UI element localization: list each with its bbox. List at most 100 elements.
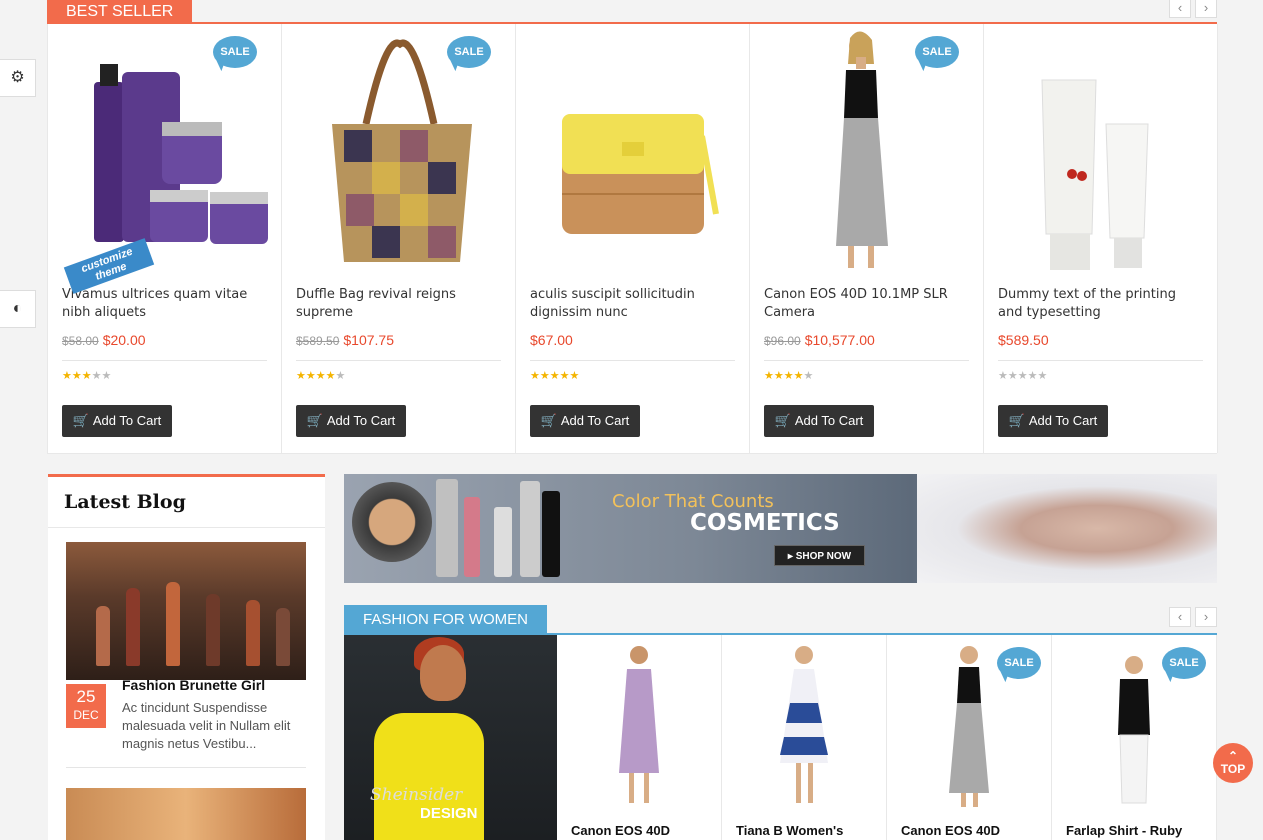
add-to-cart-button[interactable]: 🛒 Add To Cart (530, 405, 640, 437)
product-name[interactable]: Duffle Bag revival reigns supreme (296, 286, 501, 326)
sale-badge: SALE (915, 36, 959, 68)
rating-stars: ★★★★★ (530, 370, 580, 382)
product-card[interactable]: SALE Duffle Bag revival reigns supreme $… (282, 24, 516, 453)
post-month: DEC (73, 708, 99, 722)
sale-price: $67.00 (530, 332, 573, 348)
best-seller-nav: ‹ › (1169, 0, 1217, 18)
best-seller-header: BEST SELLER ‹ › (47, 0, 1217, 24)
product-name[interactable]: Canon EOS 40D 10.1MP SLR Camera (764, 286, 969, 326)
post-date: 25 DEC (66, 684, 106, 728)
next-button[interactable]: › (1195, 607, 1217, 627)
add-to-cart-button[interactable]: 🛒 Add To Cart (764, 405, 874, 437)
divider (764, 360, 969, 361)
sale-badge: SALE (447, 36, 491, 68)
post-excerpt: Ac tincidunt Suspendisse malesuada velit… (122, 700, 291, 751)
settings-gear-tab[interactable]: ⚙ (0, 59, 36, 97)
divider (998, 360, 1203, 361)
add-to-cart-button[interactable]: 🛒 Add To Cart (296, 405, 406, 437)
straw-handbag-image (562, 114, 719, 234)
divider (530, 360, 735, 361)
model-face-image (917, 474, 1217, 583)
blog-post-image[interactable] (66, 542, 306, 680)
product-name[interactable]: Farlap Shirt - Ruby (1066, 823, 1182, 838)
product-card[interactable]: aculis suscipit sollicitudin dignissim n… (516, 24, 750, 453)
add-to-cart-button[interactable]: 🛒 Add To Cart (998, 405, 1108, 437)
play-icon: ▸ (787, 551, 796, 562)
banner-design-text: DESIGN (420, 805, 478, 822)
rating-stars: ★★★★★ (764, 370, 814, 382)
post-day: 25 (76, 687, 96, 706)
product-price: $589.50 $107.75 (296, 332, 501, 354)
theme-contrast-tab[interactable]: ◐ (0, 290, 36, 328)
product-image[interactable] (530, 24, 735, 276)
divider (296, 360, 501, 361)
product-image[interactable]: SALE (296, 24, 501, 276)
cart-icon: 🛒 (774, 413, 791, 428)
fashion-women-title: FASHION FOR WOMEN (344, 605, 547, 633)
fashion-banner[interactable]: Sheinsider DESIGN (344, 635, 557, 840)
product-name[interactable]: Dummy text of the printing and typesetti… (998, 286, 1203, 326)
old-price: $589.50 (296, 334, 340, 348)
cosmetics-banner[interactable]: Color That Counts COSMETICS ▸ SHOP NOW (344, 474, 1217, 583)
product-card[interactable]: Dummy text of the printing and typesetti… (984, 24, 1218, 453)
sale-badge: SALE (1162, 647, 1206, 679)
shop-now-button[interactable]: ▸ SHOP NOW (774, 545, 865, 566)
fashion-women-nav: ‹ › (1169, 607, 1217, 627)
post-title[interactable]: Fashion Brunette Girl (122, 677, 265, 693)
lavender-dress-image (619, 646, 659, 803)
product-price: $67.00 (530, 332, 735, 354)
old-price: $58.00 (62, 334, 99, 348)
sale-price: $20.00 (102, 332, 146, 348)
cart-icon: 🛒 (72, 413, 89, 428)
cart-icon: 🛒 (1008, 413, 1025, 428)
mascara-image (494, 507, 512, 577)
contrast-icon: ◐ (12, 300, 23, 317)
product-card[interactable]: SALE Canon EOS 40D 10.1MP SLR Camera $96… (750, 24, 984, 453)
model-head-image (420, 645, 466, 701)
banner-headline: COSMETICS (690, 510, 840, 536)
product-name[interactable]: aculis suscipit sollicitudin dignissim n… (530, 286, 735, 326)
product-image[interactable] (998, 24, 1203, 276)
divider (62, 360, 267, 361)
blue-print-dress-image (780, 646, 828, 803)
cart-icon: 🛒 (306, 413, 323, 428)
blog-post-image[interactable] (66, 788, 306, 840)
product-card[interactable]: Canon EOS 40D (557, 635, 722, 840)
mascara-image (542, 491, 560, 577)
back-to-top-button[interactable]: ⌃ TOP (1213, 743, 1253, 783)
sale-price: $589.50 (998, 332, 1049, 348)
sale-price: $10,577.00 (804, 332, 875, 348)
product-price: $58.00 $20.00 (62, 332, 267, 354)
lipstick-image (464, 497, 480, 577)
fashion-women-header: FASHION FOR WOMEN ‹ › (344, 605, 1217, 635)
product-card[interactable]: SALE Farlap Shirt - Ruby (1052, 635, 1217, 840)
product-name[interactable]: Canon EOS 40D (901, 823, 1000, 838)
product-name[interactable]: Vivamus ultrices quam vitae nibh aliquet… (62, 286, 267, 326)
product-image[interactable]: SALE (764, 24, 969, 276)
rating-stars: ★★★★★ (296, 370, 346, 382)
sale-price: $107.75 (343, 332, 394, 348)
sale-badge: SALE (213, 36, 257, 68)
product-name[interactable]: Tiana B Women's (736, 823, 843, 838)
add-to-cart-button[interactable]: 🛒 Add To Cart (62, 405, 172, 437)
old-price: $96.00 (764, 334, 801, 348)
cream-tubes-image (1041, 79, 1149, 270)
mascara-image (520, 481, 540, 577)
product-card[interactable]: SALE Vivamus ultrices quam vitae nibh al… (48, 24, 282, 453)
product-image[interactable]: SALE (62, 24, 268, 276)
best-seller-title: BEST SELLER (47, 0, 193, 22)
latest-blog-title: Latest Blog (48, 477, 325, 528)
prev-button[interactable]: ‹ (1169, 607, 1191, 627)
prev-button[interactable]: ‹ (1169, 0, 1191, 18)
compact-powder-image (352, 482, 432, 562)
product-card[interactable]: Tiana B Women's (722, 635, 887, 840)
product-card[interactable]: SALE Canon EOS 40D (887, 635, 1052, 840)
product-name[interactable]: Canon EOS 40D (571, 823, 670, 838)
chevron-up-icon: ⌃ (1227, 749, 1239, 763)
divider (66, 767, 306, 768)
latest-blog-widget: Latest Blog 25 DEC Fashion Brunette Girl … (48, 474, 325, 840)
product-price: $96.00 $10,577.00 (764, 332, 969, 354)
rating-stars: ★★★★★ (998, 370, 1048, 382)
product-price: $589.50 (998, 332, 1203, 354)
next-button[interactable]: › (1195, 0, 1217, 18)
